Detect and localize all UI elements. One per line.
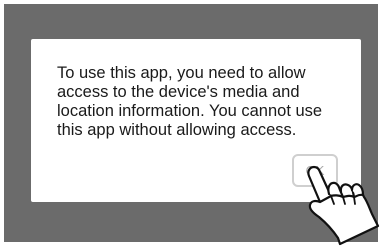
permission-message: To use this app, you need to allow acces… [57,64,343,140]
pointing-hand-icon [307,165,380,246]
message-line: access to the device's media and [57,83,300,101]
device-frame: To use this app, you need to allow acces… [0,0,384,248]
message-line: To use this app, you need to allow [57,64,306,82]
message-line: location information. You cannot use [57,102,323,120]
message-line: this app without allowing access. [57,121,297,139]
